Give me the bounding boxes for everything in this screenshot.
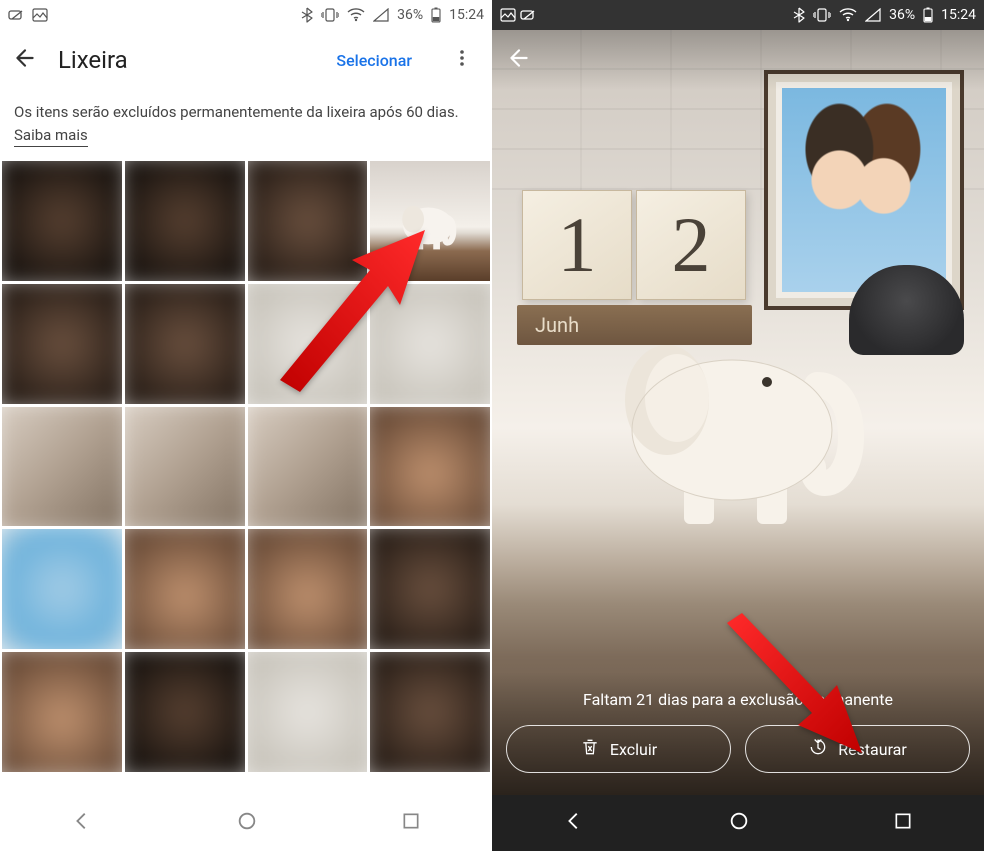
clock: 15:24 <box>449 7 484 23</box>
trash-thumb[interactable] <box>125 407 245 527</box>
nav-bar <box>492 795 984 851</box>
trash-thumb[interactable] <box>370 284 490 404</box>
select-button[interactable]: Selecionar <box>324 43 424 78</box>
nav-back-icon[interactable] <box>563 810 585 836</box>
phone-trash-list: 36% 15:24 Lixeira Selecionar Os itens se… <box>0 0 492 851</box>
trash-thumb[interactable] <box>248 161 368 281</box>
status-bar: 36% 15:24 <box>492 0 984 30</box>
info-text: Os itens serão excluídos permanentemente… <box>0 90 492 161</box>
nav-bar <box>0 795 492 851</box>
trash-thumb[interactable] <box>248 652 368 772</box>
image-notif-icon <box>32 8 48 22</box>
nav-back-icon[interactable] <box>71 810 93 836</box>
page-title: Lixeira <box>58 46 128 74</box>
trash-thumb[interactable] <box>125 529 245 649</box>
trash-thumb[interactable] <box>248 407 368 527</box>
trash-thumb[interactable] <box>2 284 122 404</box>
trash-thumb[interactable] <box>125 652 245 772</box>
voicemail-icon <box>520 8 540 22</box>
nav-home-icon[interactable] <box>236 810 258 836</box>
back-arrow-icon[interactable] <box>506 45 532 75</box>
image-notif-icon <box>500 8 516 22</box>
signal-icon <box>865 8 881 22</box>
battery-icon <box>923 7 933 23</box>
trash-thumb[interactable] <box>370 652 490 772</box>
restore-icon <box>808 737 828 761</box>
trash-thumb[interactable] <box>2 529 122 649</box>
nav-home-icon[interactable] <box>728 810 750 836</box>
calendar-digit: 1 <box>522 190 632 300</box>
phone-photo-viewer: 1 2 Junh <box>492 0 984 851</box>
delete-button[interactable]: Excluir <box>506 725 731 773</box>
learn-more-link[interactable]: Saiba mais <box>14 125 88 147</box>
trash-thumb[interactable] <box>125 161 245 281</box>
battery-pct: 36% <box>397 7 423 23</box>
viewer-top-bar <box>492 30 984 90</box>
bluetooth-icon <box>301 7 313 23</box>
trash-thumb-elephant[interactable] <box>370 161 490 281</box>
calendar-blocks: 1 2 <box>522 190 746 300</box>
nav-recents-icon[interactable] <box>893 811 913 835</box>
trash-thumb[interactable] <box>2 407 122 527</box>
back-arrow-icon[interactable] <box>12 45 38 75</box>
trash-thumb[interactable] <box>2 161 122 281</box>
trash-thumb[interactable] <box>125 284 245 404</box>
bluetooth-icon <box>793 7 805 23</box>
signal-icon <box>373 8 389 22</box>
overflow-menu-icon[interactable] <box>444 40 480 80</box>
wifi-icon <box>839 8 857 22</box>
trash-thumb[interactable] <box>2 652 122 772</box>
battery-pct: 36% <box>889 7 915 23</box>
app-bar: Lixeira Selecionar <box>0 30 492 90</box>
wifi-icon <box>347 8 365 22</box>
info-msg: Os itens serão excluídos permanentemente… <box>14 103 459 121</box>
viewer-bottom-panel: Faltam 21 dias para a exclusão permanent… <box>492 672 984 795</box>
trash-grid <box>0 161 492 772</box>
clock: 15:24 <box>941 7 976 23</box>
trash-thumb[interactable] <box>370 407 490 527</box>
voicemail-icon <box>8 8 28 22</box>
elephant-figurine <box>592 290 882 530</box>
nav-recents-icon[interactable] <box>401 811 421 835</box>
battery-icon <box>431 7 441 23</box>
vibrate-icon <box>813 8 831 22</box>
restore-button[interactable]: Restaurar <box>745 725 970 773</box>
delete-label: Excluir <box>610 740 657 759</box>
calendar-digit: 2 <box>636 190 746 300</box>
status-bar: 36% 15:24 <box>0 0 492 30</box>
trash-thumb[interactable] <box>370 529 490 649</box>
vibrate-icon <box>321 8 339 22</box>
trash-x-icon <box>580 737 600 761</box>
trash-thumb[interactable] <box>248 529 368 649</box>
trash-thumb[interactable] <box>248 284 368 404</box>
deletion-countdown: Faltam 21 dias para a exclusão permanent… <box>506 690 970 709</box>
restore-label: Restaurar <box>838 740 907 759</box>
